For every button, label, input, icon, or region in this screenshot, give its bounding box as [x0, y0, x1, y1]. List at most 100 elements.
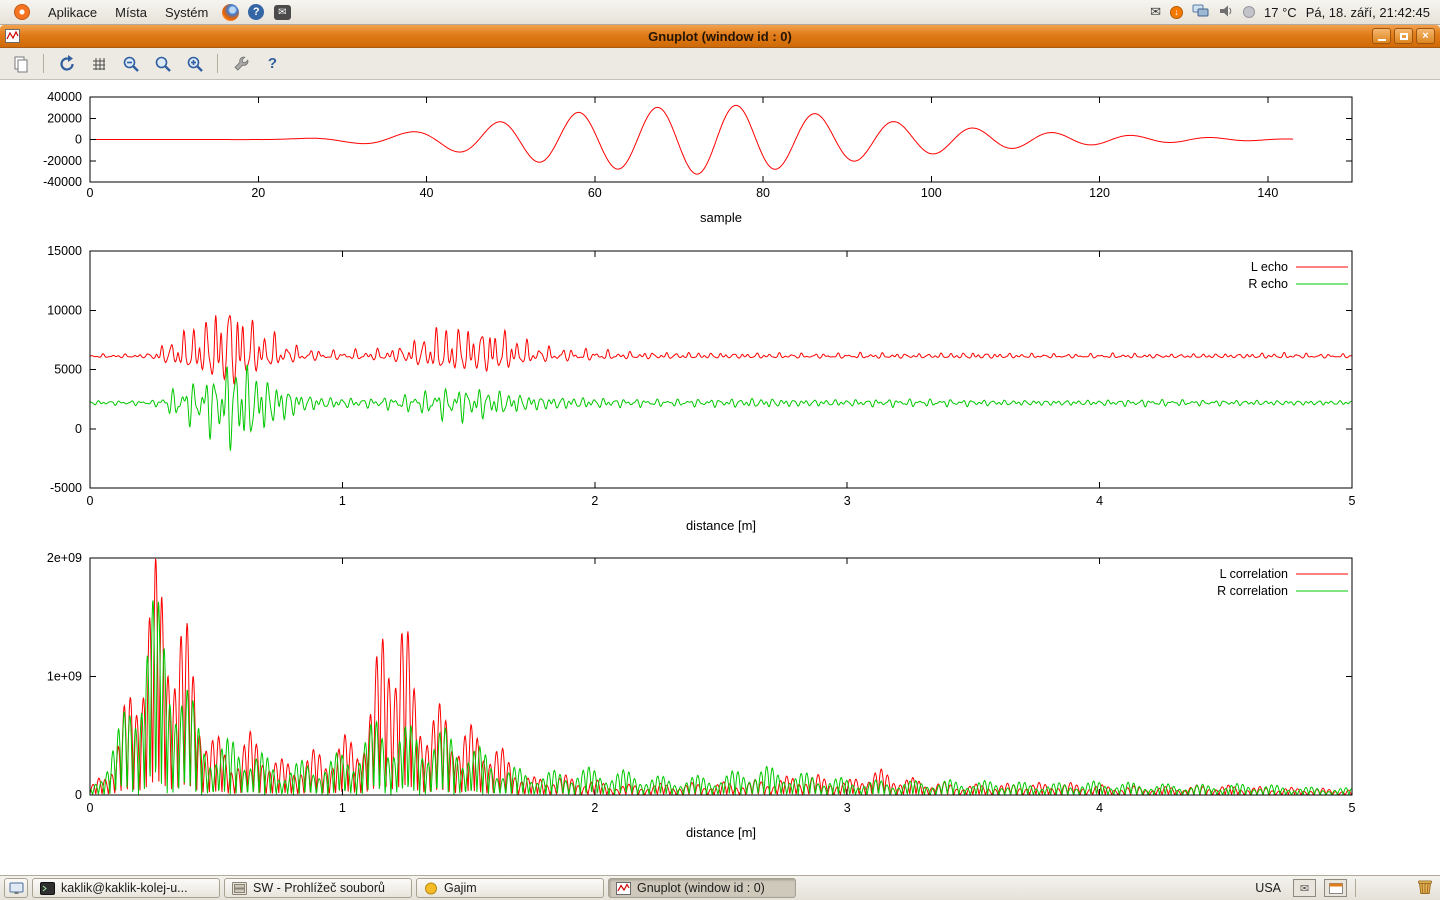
taskbar-item-label: Gnuplot (window id : 0) [637, 881, 765, 895]
taskbar-right: USA ✉ [1251, 878, 1436, 898]
x-tick-label: 5 [1349, 494, 1356, 508]
gnuplot-window: Gnuplot (window id : 0) × [0, 25, 1440, 875]
chart-svg: 0123452e+091e+090distance [m]L correlati… [0, 548, 1440, 848]
taskbar-separator [1355, 879, 1356, 897]
x-tick-label: 4 [1096, 494, 1103, 508]
x-tick-label: 40 [420, 186, 434, 200]
trash-applet[interactable] [1416, 878, 1434, 898]
wrench-icon [231, 54, 251, 74]
gnuplot-window-icon [5, 29, 20, 43]
clock[interactable]: Pá, 18. září, 21:42:45 [1306, 5, 1430, 20]
y-tick-label: 0 [75, 422, 82, 436]
taskbar-item-gnuplot[interactable]: Gnuplot (window id : 0) [608, 878, 796, 898]
legend-label: L echo [1251, 260, 1288, 274]
show-desktop-icon [9, 882, 24, 895]
weather-icon[interactable] [1243, 6, 1255, 18]
x-axis-label: sample [700, 210, 742, 225]
toolbar-separator [43, 54, 44, 73]
x-tick-label: 100 [921, 186, 942, 200]
y-tick-label: 2e+09 [47, 551, 82, 565]
menu-system[interactable]: Systém [157, 3, 216, 22]
y-tick-label: 10000 [47, 303, 82, 317]
x-tick-label: 1 [339, 801, 346, 815]
gnuplot-icon [616, 882, 631, 895]
y-tick-label: 40000 [47, 90, 82, 104]
copy-icon [11, 54, 31, 74]
x-tick-label: 3 [844, 801, 851, 815]
y-tick-label: 15000 [47, 244, 82, 258]
help-icon: ? [248, 4, 264, 20]
zoom-out-icon [121, 54, 141, 74]
y-tick-label: 0 [75, 788, 82, 802]
zoom-in-icon [185, 54, 205, 74]
firefox-launcher[interactable] [221, 3, 239, 21]
firefox-icon [222, 4, 239, 21]
maximize-icon [1400, 33, 1408, 40]
x-tick-label: 2 [591, 801, 598, 815]
minimize-button[interactable] [1372, 28, 1391, 44]
close-button[interactable]: × [1416, 28, 1435, 44]
zoom-in-button[interactable] [182, 52, 207, 76]
chart-svg: 0 1 2 3 4 5 15000 10000 5000 0 -5000 distance [m] L … [0, 240, 1440, 540]
top-panel: Aplikace Místa Systém ? ✉ ✉ ↓ 17 °C [0, 0, 1440, 25]
file-manager-icon [232, 882, 247, 895]
gajim-icon [424, 882, 438, 895]
zoom-out-button[interactable] [118, 52, 143, 76]
replot-icon [57, 54, 77, 74]
toolbar: ? [0, 48, 1440, 80]
ubuntu-menu[interactable] [6, 2, 38, 22]
y-tick-label: -20000 [43, 154, 82, 168]
help-launcher[interactable]: ? [247, 3, 265, 21]
copy-button[interactable] [8, 52, 33, 76]
taskbar-item-file-browser[interactable]: SW - Prohlížeč souborů [224, 878, 412, 898]
trash-icon [1416, 878, 1434, 895]
x-tick-label: 0 [87, 494, 94, 508]
toolbar-separator [217, 54, 218, 73]
y-tick-label: 20000 [47, 111, 82, 125]
y-tick-label: 0 [75, 133, 82, 147]
x-tick-label: 5 [1349, 801, 1356, 815]
chart-sample-waveform: 02040608010012014040000200000-20000-4000… [0, 88, 1440, 238]
taskbar-item-terminal[interactable]: kaklik@kaklik-kolej-u... [32, 878, 220, 898]
tray-mail-window[interactable]: ✉ [1293, 879, 1316, 897]
tray-gnuplot-window[interactable] [1324, 879, 1347, 897]
y-tick-label: 5000 [54, 363, 82, 377]
window-controls: × [1372, 28, 1435, 44]
series-l-correlation [90, 559, 1352, 795]
settings-button[interactable] [228, 52, 253, 76]
volume-icon[interactable] [1218, 4, 1234, 21]
x-tick-label: 0 [87, 801, 94, 815]
y-tick-label: -40000 [43, 175, 82, 189]
y-tick-label: -5000 [50, 481, 82, 495]
update-notifier-icon[interactable]: ↓ [1170, 6, 1183, 19]
window-title: Gnuplot (window id : 0) [0, 29, 1440, 44]
series-r-echo [90, 366, 1352, 451]
x-tick-label: 3 [844, 494, 851, 508]
network-icon[interactable] [1192, 4, 1209, 21]
plot-border [90, 558, 1352, 795]
keyboard-layout-indicator[interactable]: USA [1251, 881, 1285, 895]
mail-launcher[interactable]: ✉ [273, 3, 291, 21]
taskbar-item-label: Gajim [444, 881, 477, 895]
maximize-button[interactable] [1394, 28, 1413, 44]
x-axis-label: distance [m] [686, 518, 756, 533]
x-tick-label: 0 [87, 186, 94, 200]
menu-applications[interactable]: Aplikace [40, 3, 105, 22]
ubuntu-logo-icon [14, 4, 30, 20]
menu-places[interactable]: Místa [107, 3, 155, 22]
titlebar[interactable]: Gnuplot (window id : 0) × [0, 25, 1440, 48]
replot-button[interactable] [54, 52, 79, 76]
help-button[interactable]: ? [260, 52, 285, 76]
show-desktop-button[interactable] [4, 878, 28, 898]
x-tick-label: 2 [591, 494, 598, 508]
plot-border [90, 251, 1352, 488]
grid-button[interactable] [86, 52, 111, 76]
chart-correlations: 0123452e+091e+090distance [m]L correlati… [0, 548, 1440, 848]
x-tick-label: 60 [588, 186, 602, 200]
x-axis-label: distance [m] [686, 825, 756, 840]
x-tick-label: 1 [339, 494, 346, 508]
taskbar-item-gajim[interactable]: Gajim [416, 878, 604, 898]
temperature: 17 °C [1264, 5, 1297, 20]
zoom-reset-button[interactable] [150, 52, 175, 76]
tray-mail-icon[interactable]: ✉ [1150, 4, 1161, 20]
